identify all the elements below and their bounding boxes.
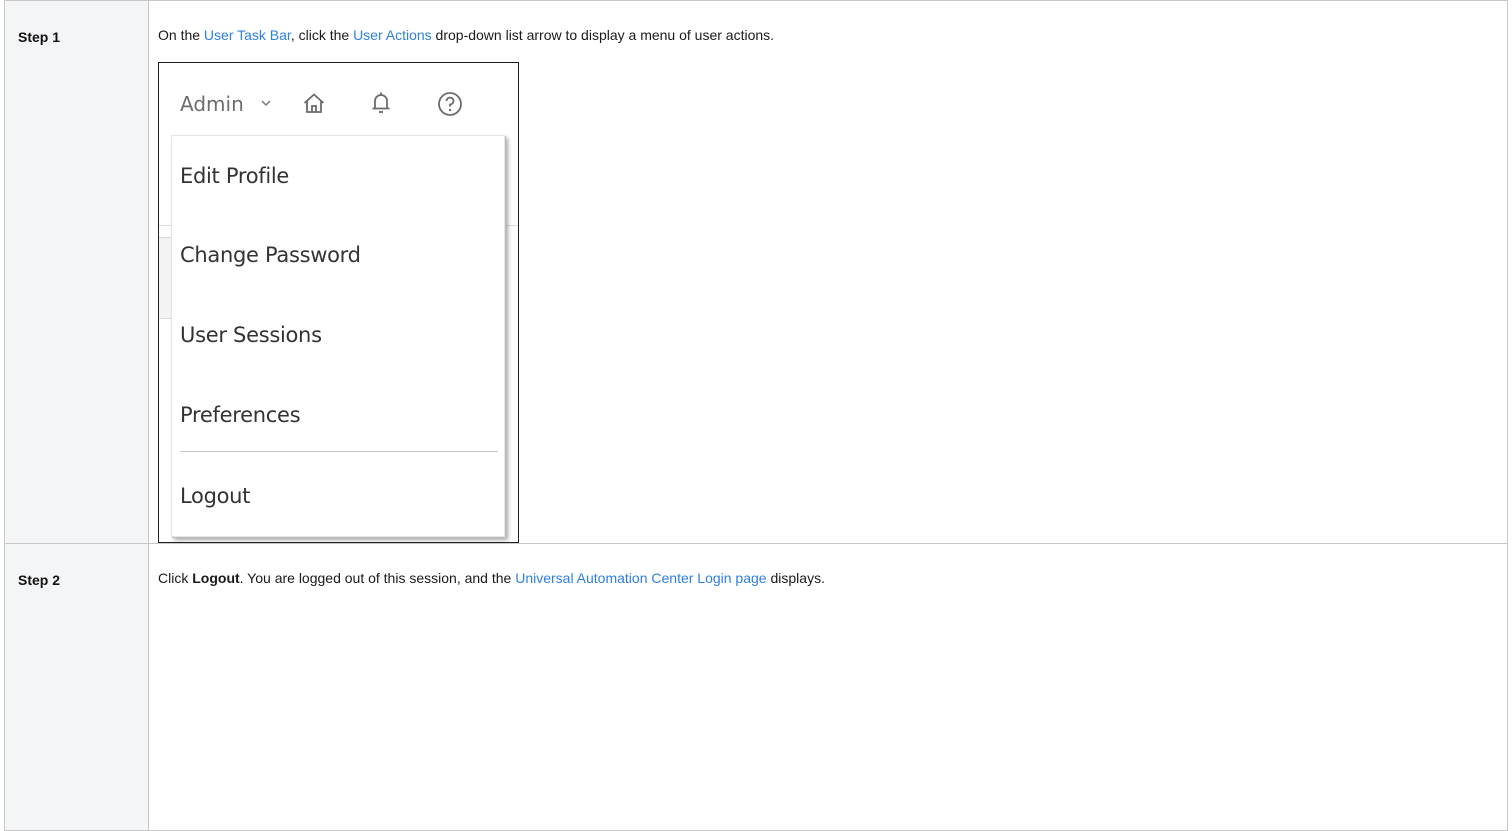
step-instruction: On the User Task Bar, click the User Act…: [149, 1, 1507, 43]
home-icon[interactable]: [302, 91, 326, 115]
menu-item-preferences[interactable]: Preferences: [180, 403, 301, 427]
step-label: Step 2: [18, 572, 61, 588]
user-task-bar: Admin: [159, 63, 518, 131]
help-icon[interactable]: [437, 91, 463, 117]
step-content-cell: Click Logout. You are logged out of this…: [148, 543, 1508, 831]
steps-table: Step 1 On the User Task Bar, click the U…: [4, 0, 1508, 831]
step-instruction: Click Logout. You are logged out of this…: [149, 544, 1507, 586]
logout-emphasis: Logout: [192, 570, 240, 586]
instruction-text: drop-down list arrow to display a menu o…: [431, 27, 775, 43]
step-label-cell: Step 2: [4, 543, 149, 831]
menu-divider: [180, 451, 498, 452]
user-name[interactable]: Admin: [180, 92, 244, 116]
menu-item-change-password[interactable]: Change Password: [180, 243, 361, 267]
step-content-cell: On the User Task Bar, click the User Act…: [148, 0, 1508, 544]
step-row: Step 1 On the User Task Bar, click the U…: [4, 0, 1508, 544]
instruction-text: displays.: [766, 570, 825, 586]
step-label-cell: Step 1: [4, 0, 149, 544]
step-row: Step 2 Click Logout. You are logged out …: [4, 543, 1508, 831]
menu-item-user-sessions[interactable]: User Sessions: [180, 323, 322, 347]
user-actions-link[interactable]: User Actions: [353, 27, 432, 43]
chevron-down-icon[interactable]: [259, 96, 273, 110]
menu-item-logout[interactable]: Logout: [180, 484, 250, 508]
instruction-text: , click the: [290, 27, 354, 43]
user-actions-screenshot: Admin Edit Profile Change Password User …: [158, 62, 519, 543]
user-actions-menu: Edit Profile Change Password User Sessio…: [171, 135, 505, 537]
step-label: Step 1: [18, 29, 61, 45]
login-page-link[interactable]: Universal Automation Center Login page: [515, 570, 766, 586]
instruction-text: Click: [158, 570, 193, 586]
user-task-bar-link[interactable]: User Task Bar: [204, 27, 291, 43]
bell-icon[interactable]: [370, 91, 392, 115]
instruction-text: . You are logged out of this session, an…: [239, 570, 516, 586]
instruction-text: On the: [158, 27, 204, 43]
menu-item-edit-profile[interactable]: Edit Profile: [180, 164, 289, 188]
